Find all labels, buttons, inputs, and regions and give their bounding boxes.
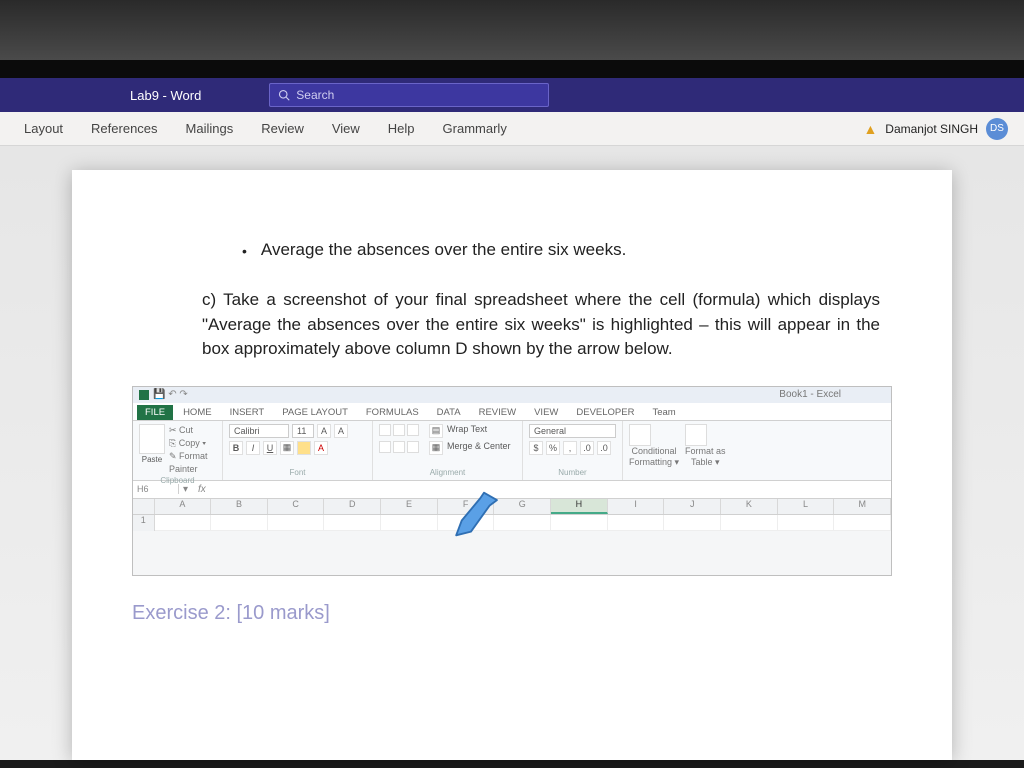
excel-title: Book1 - Excel (779, 389, 841, 400)
document-canvas[interactable]: • Average the absences over the entire s… (0, 146, 1024, 760)
excel-tab-developer[interactable]: DEVELOPER (568, 405, 642, 420)
paste-label: Paste (139, 455, 165, 464)
tab-view[interactable]: View (318, 112, 374, 145)
col-A[interactable]: A (155, 499, 212, 514)
conditional-formatting-icon[interactable] (629, 424, 651, 446)
excel-tab-view[interactable]: VIEW (526, 405, 566, 420)
alignment-group-label: Alignment (379, 468, 516, 477)
col-H[interactable]: H (551, 499, 608, 514)
format-as-table-icon[interactable] (685, 424, 707, 446)
excel-tab-formulas[interactable]: FORMULAS (358, 405, 427, 420)
fx-icon[interactable]: ▾ (179, 484, 192, 495)
fill-color-button[interactable] (297, 441, 311, 455)
bold-button[interactable]: B (229, 441, 243, 455)
dec-decimal-button[interactable]: .0 (597, 441, 611, 455)
font-group-label: Font (229, 468, 366, 477)
underline-button[interactable]: U (263, 441, 277, 455)
font-name[interactable]: Calibri (229, 424, 289, 438)
excel-ribbon: Paste ✂ Cut ⎘ Copy ▾ ✎ Format Painter Cl… (133, 421, 891, 481)
grow-font[interactable]: A (317, 424, 331, 438)
italic-button[interactable]: I (246, 441, 260, 455)
excel-tab-team[interactable]: Team (644, 405, 683, 420)
format-painter-button[interactable]: ✎ Format Painter (169, 450, 216, 476)
merge-center-label: Merge & Center (447, 441, 511, 455)
inc-decimal-button[interactable]: .0 (580, 441, 594, 455)
excel-tab-review[interactable]: REVIEW (471, 405, 524, 420)
tab-help[interactable]: Help (374, 112, 429, 145)
title-bar: Lab9 - Word Search (0, 78, 1024, 112)
font-color-button[interactable]: A (314, 441, 328, 455)
tab-layout[interactable]: Layout (10, 112, 77, 145)
font-size[interactable]: 11 (292, 424, 314, 438)
col-J[interactable]: J (664, 499, 721, 514)
tab-references[interactable]: References (77, 112, 171, 145)
col-M[interactable]: M (834, 499, 891, 514)
col-G[interactable]: G (494, 499, 551, 514)
number-group-label: Number (529, 468, 616, 477)
ribbon-tabs: Layout References Mailings Review View H… (0, 112, 1024, 146)
search-placeholder: Search (296, 88, 334, 102)
group-alignment: ▤ Wrap Text ▦ Merge & Center Alignment (373, 421, 523, 480)
col-D[interactable]: D (324, 499, 381, 514)
formula-bar: H6 ▾ fx (133, 481, 891, 499)
bullet-text: Average the absences over the entire six… (261, 240, 626, 262)
paste-button[interactable] (139, 424, 165, 454)
bullet-line: • Average the absences over the entire s… (242, 240, 892, 262)
col-L[interactable]: L (778, 499, 835, 514)
quick-access: 💾 ↶ ↷ (153, 389, 188, 400)
number-format[interactable]: General (529, 424, 616, 438)
word-window: Lab9 - Word Search Layout References Mai… (0, 60, 1024, 760)
group-number: General $ % , .0 .0 Number (523, 421, 623, 480)
page: • Average the absences over the entire s… (72, 170, 952, 760)
excel-tab-data[interactable]: DATA (429, 405, 469, 420)
comma-button[interactable]: , (563, 441, 577, 455)
excel-tab-insert[interactable]: INSERT (222, 405, 273, 420)
name-box[interactable]: H6 (133, 484, 179, 494)
tab-mailings[interactable]: Mailings (172, 112, 248, 145)
user-account[interactable]: ▲ Damanjot SINGH DS (863, 118, 1014, 140)
user-name: Damanjot SINGH (885, 122, 978, 136)
col-I[interactable]: I (608, 499, 665, 514)
search-box[interactable]: Search (269, 83, 549, 107)
excel-tab-pagelayout[interactable]: PAGE LAYOUT (274, 405, 356, 420)
wrap-text-button[interactable]: ▤ (429, 424, 443, 438)
tab-review[interactable]: Review (247, 112, 318, 145)
excel-titlebar: 💾 ↶ ↷ Book1 - Excel (133, 387, 891, 403)
avatar: DS (986, 118, 1008, 140)
search-icon (278, 89, 290, 101)
wrap-text-label: Wrap Text (447, 424, 487, 438)
percent-button[interactable]: % (546, 441, 560, 455)
col-B[interactable]: B (211, 499, 268, 514)
excel-icon (139, 390, 149, 400)
excel-screenshot: 💾 ↶ ↷ Book1 - Excel FILE HOME INSERT PAG… (132, 386, 892, 576)
bullet-icon: • (242, 240, 247, 262)
paragraph-c: c) Take a screenshot of your final sprea… (202, 288, 880, 362)
exercise-heading: Exercise 2: [10 marks] (132, 602, 892, 625)
group-font: Calibri 11 A A B I U ▦ A (223, 421, 373, 480)
col-C[interactable]: C (268, 499, 325, 514)
tab-grammarly[interactable]: Grammarly (429, 112, 521, 145)
group-styles: ConditionalFormatting ▾ Format asTable ▾ (623, 421, 891, 480)
warning-icon: ▲ (863, 121, 877, 137)
fx-label[interactable]: fx (192, 484, 212, 495)
document-title: Lab9 - Word (130, 88, 201, 103)
callout-arrow (443, 489, 499, 539)
group-clipboard: Paste ✂ Cut ⎘ Copy ▾ ✎ Format Painter Cl… (133, 421, 223, 480)
border-button[interactable]: ▦ (280, 441, 294, 455)
row-1: 1 (133, 515, 891, 531)
excel-tab-file[interactable]: FILE (137, 405, 173, 420)
col-E[interactable]: E (381, 499, 438, 514)
excel-tabs: FILE HOME INSERT PAGE LAYOUT FORMULAS DA… (133, 403, 891, 421)
cut-button[interactable]: ✂ Cut (169, 424, 216, 437)
currency-button[interactable]: $ (529, 441, 543, 455)
shrink-font[interactable]: A (334, 424, 348, 438)
col-K[interactable]: K (721, 499, 778, 514)
excel-tab-home[interactable]: HOME (175, 405, 220, 420)
merge-center-button[interactable]: ▦ (429, 441, 443, 455)
copy-button[interactable]: ⎘ Copy ▾ (169, 437, 216, 450)
column-headers: A B C D E F G H I J K L M (133, 499, 891, 515)
